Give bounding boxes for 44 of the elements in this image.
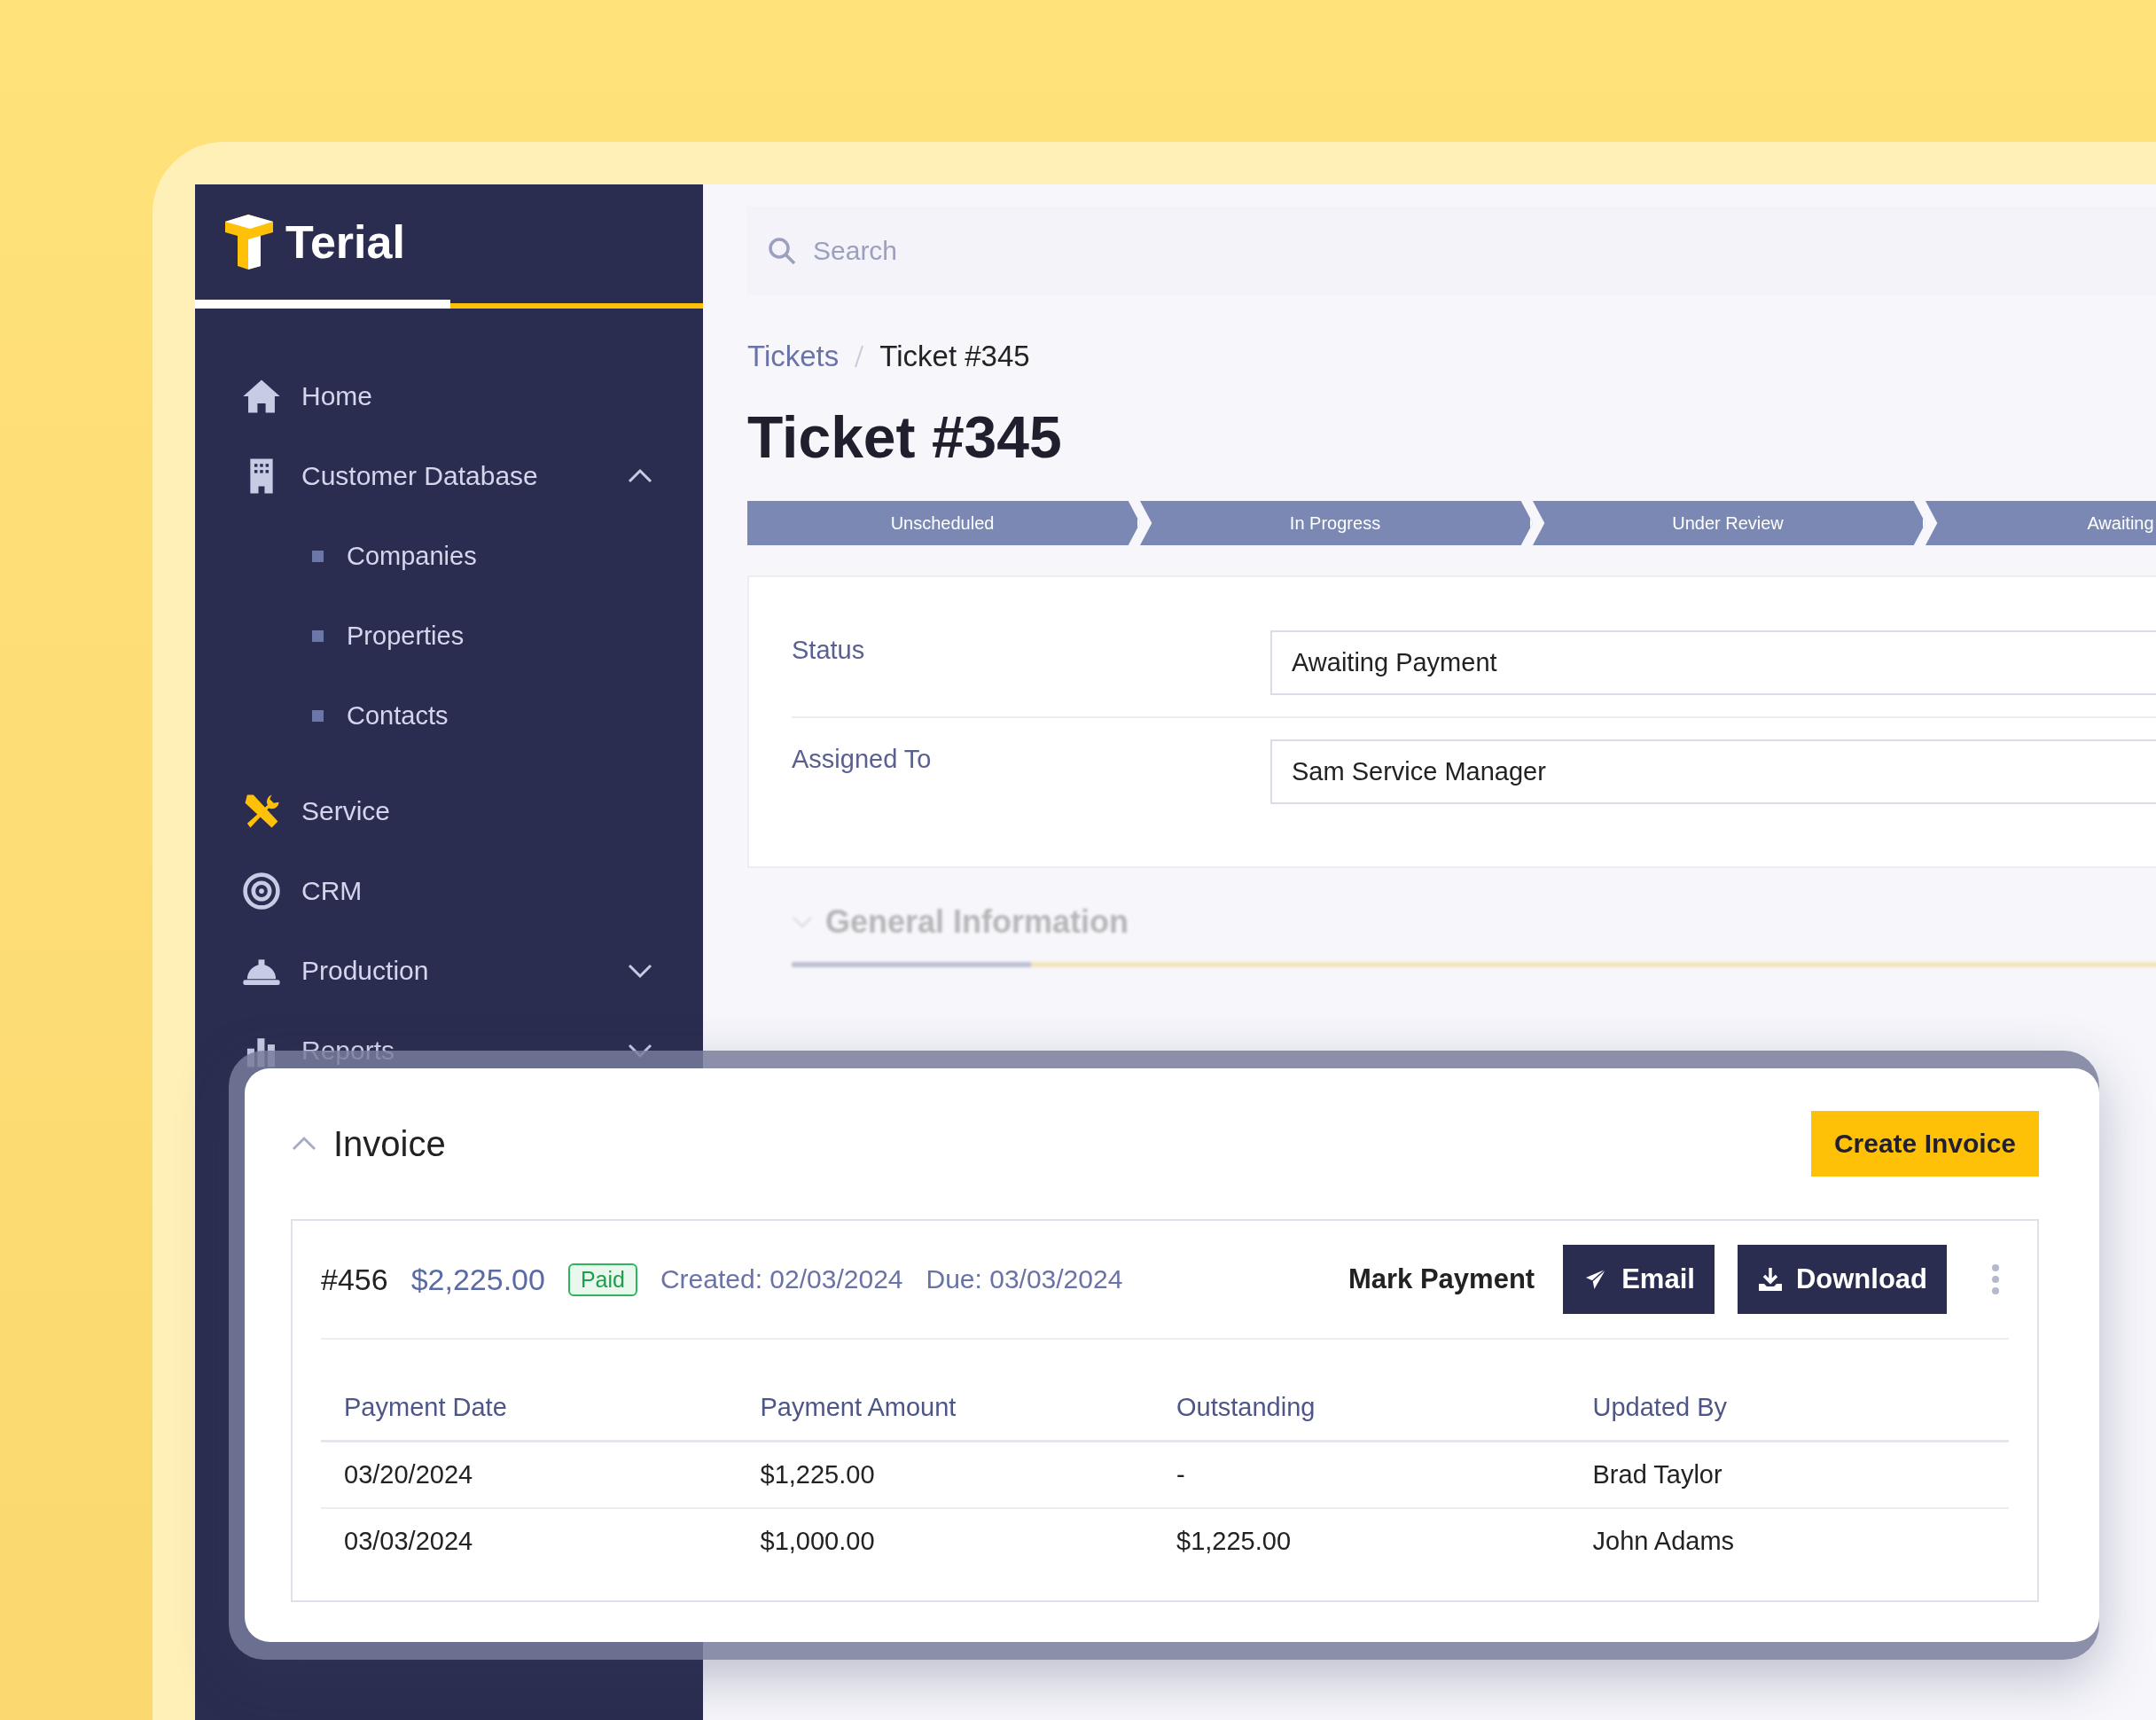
- search-icon: [767, 236, 797, 266]
- table-cell-text: John Adams: [1592, 1527, 1736, 1556]
- table-cell-text: $1,225.00: [760, 1460, 876, 1489]
- invoice-amount: $2,225.00: [410, 1262, 545, 1297]
- breadcrumb-current: Ticket #345: [879, 340, 1030, 373]
- chevron-icon[interactable]: [291, 1135, 317, 1153]
- nav-subitem[interactable]: Contacts: [241, 676, 703, 755]
- table-cell-text: $1,000.00: [760, 1527, 876, 1556]
- mark-payment-button[interactable]: Mark Payment: [1342, 1263, 1541, 1296]
- download-button[interactable]: Download: [1737, 1245, 1947, 1314]
- breadcrumb-link[interactable]: Tickets: [747, 340, 840, 373]
- column-header: Updated By: [1592, 1393, 1729, 1422]
- invoice-number: #456: [321, 1262, 388, 1297]
- breadcrumb-separator: [855, 345, 864, 368]
- brand-name: Terial: [285, 215, 405, 269]
- select-field[interactable]: Awaiting Payment: [1270, 630, 2156, 695]
- nav-item[interactable]: Customer Database: [241, 436, 703, 516]
- more-icon[interactable]: [1991, 1263, 2000, 1295]
- status-badge: Paid: [567, 1263, 637, 1296]
- table-cell-text: Brad Taylor: [1592, 1460, 1723, 1489]
- nav-subitem[interactable]: Properties: [241, 596, 703, 676]
- email-button[interactable]: Email: [1563, 1245, 1715, 1314]
- select-field[interactable]: Sam Service Manager: [1270, 739, 2156, 804]
- page-title: Ticket #345: [747, 403, 1063, 471]
- column-header: Payment Amount: [760, 1393, 957, 1422]
- target-icon: [241, 871, 282, 911]
- nav-item[interactable]: CRM: [241, 851, 703, 931]
- create-invoice-button[interactable]: Create Invoice: [1810, 1111, 2039, 1177]
- section-title: Invoice: [333, 1123, 446, 1164]
- field-label: Assigned To: [792, 744, 933, 774]
- due-date: Due: 03/03/2024: [926, 1264, 1123, 1294]
- table-cell-text: $1,225.00: [1176, 1527, 1292, 1556]
- nav-item[interactable]: Home: [241, 356, 703, 436]
- nav-item[interactable]: Production: [241, 931, 703, 1011]
- column-header: Outstanding: [1176, 1393, 1316, 1422]
- table-cell-text: -: [1176, 1460, 1186, 1489]
- nav-subitem[interactable]: Companies: [241, 516, 703, 596]
- table-cell-text: 03/03/2024: [344, 1527, 474, 1556]
- column-header: Payment Date: [344, 1393, 508, 1422]
- download-icon: [1756, 1266, 1784, 1293]
- table-cell-text: 03/20/2024: [344, 1460, 474, 1489]
- nav-item[interactable]: Service: [241, 771, 703, 851]
- field-label: Status: [792, 635, 866, 665]
- created-date: Created: 02/03/2024: [660, 1264, 903, 1294]
